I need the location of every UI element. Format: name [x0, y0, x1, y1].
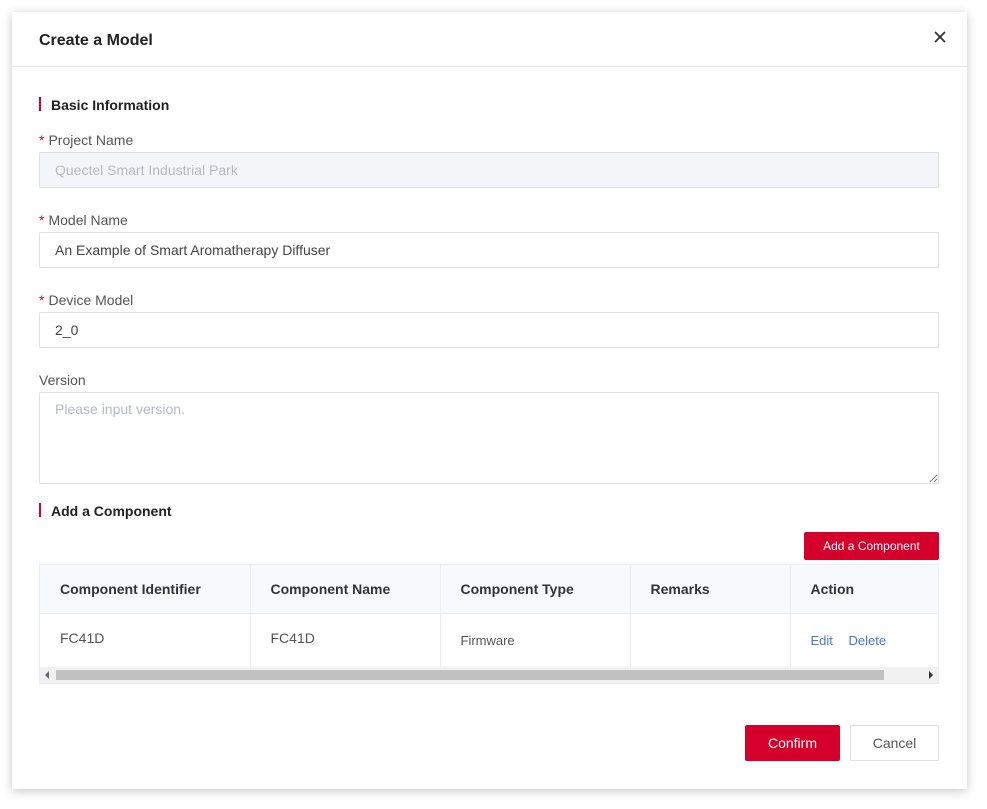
table-row: FC41D FC41D Firmware Edit Delete	[40, 613, 938, 667]
version-label: Version	[39, 372, 86, 388]
version-textarea[interactable]	[39, 392, 939, 484]
section-title-text: Add a Component	[51, 503, 172, 519]
table-header-row: Component Identifier Component Name Comp…	[40, 565, 938, 614]
delete-link[interactable]: Delete	[849, 633, 887, 648]
section-accent-bar	[39, 503, 41, 517]
scrollbar-thumb[interactable]	[56, 670, 884, 680]
device-model-input[interactable]	[39, 312, 939, 348]
cancel-button[interactable]: Cancel	[850, 725, 939, 761]
device-model-label: * Device Model	[39, 292, 134, 308]
section-title-add-component: Add a Component	[39, 503, 172, 519]
column-header-type: Component Type	[440, 565, 631, 614]
column-header-action: Action	[790, 565, 938, 614]
horizontal-scrollbar[interactable]	[40, 667, 938, 683]
model-name-input[interactable]	[39, 232, 939, 268]
required-mark: *	[39, 132, 45, 148]
edit-link[interactable]: Edit	[811, 633, 833, 648]
cell-name: FC41D	[250, 613, 441, 667]
project-name-input[interactable]	[39, 152, 939, 188]
confirm-button[interactable]: Confirm	[745, 725, 840, 761]
cell-remarks	[630, 613, 791, 667]
components-table: Component Identifier Component Name Comp…	[39, 564, 939, 684]
dialog-header: Create a Model	[12, 12, 967, 67]
cell-identifier: FC41D	[40, 613, 251, 667]
scroll-right-arrow-icon[interactable]	[929, 671, 933, 679]
add-component-button[interactable]: Add a Component	[804, 532, 939, 560]
project-name-label: * Project Name	[39, 132, 134, 148]
model-name-label: * Model Name	[39, 212, 128, 228]
column-header-identifier: Component Identifier	[40, 565, 251, 614]
scroll-left-arrow-icon[interactable]	[45, 671, 49, 679]
section-accent-bar	[39, 97, 41, 111]
close-icon	[934, 31, 946, 43]
dialog-title: Create a Model	[39, 32, 153, 49]
required-mark: *	[39, 212, 45, 228]
column-header-name: Component Name	[250, 565, 441, 614]
section-title-text: Basic Information	[51, 97, 170, 113]
column-header-remarks: Remarks	[630, 565, 791, 614]
required-mark: *	[39, 292, 45, 308]
close-button[interactable]	[931, 28, 949, 46]
cell-actions: Edit Delete	[790, 613, 938, 667]
components-table-grid: Component Identifier Component Name Comp…	[40, 565, 938, 667]
section-title-basic-information: Basic Information	[39, 97, 169, 113]
create-model-dialog: Create a Model Basic Information * Projec…	[12, 12, 967, 789]
cell-type: Firmware	[440, 613, 631, 667]
